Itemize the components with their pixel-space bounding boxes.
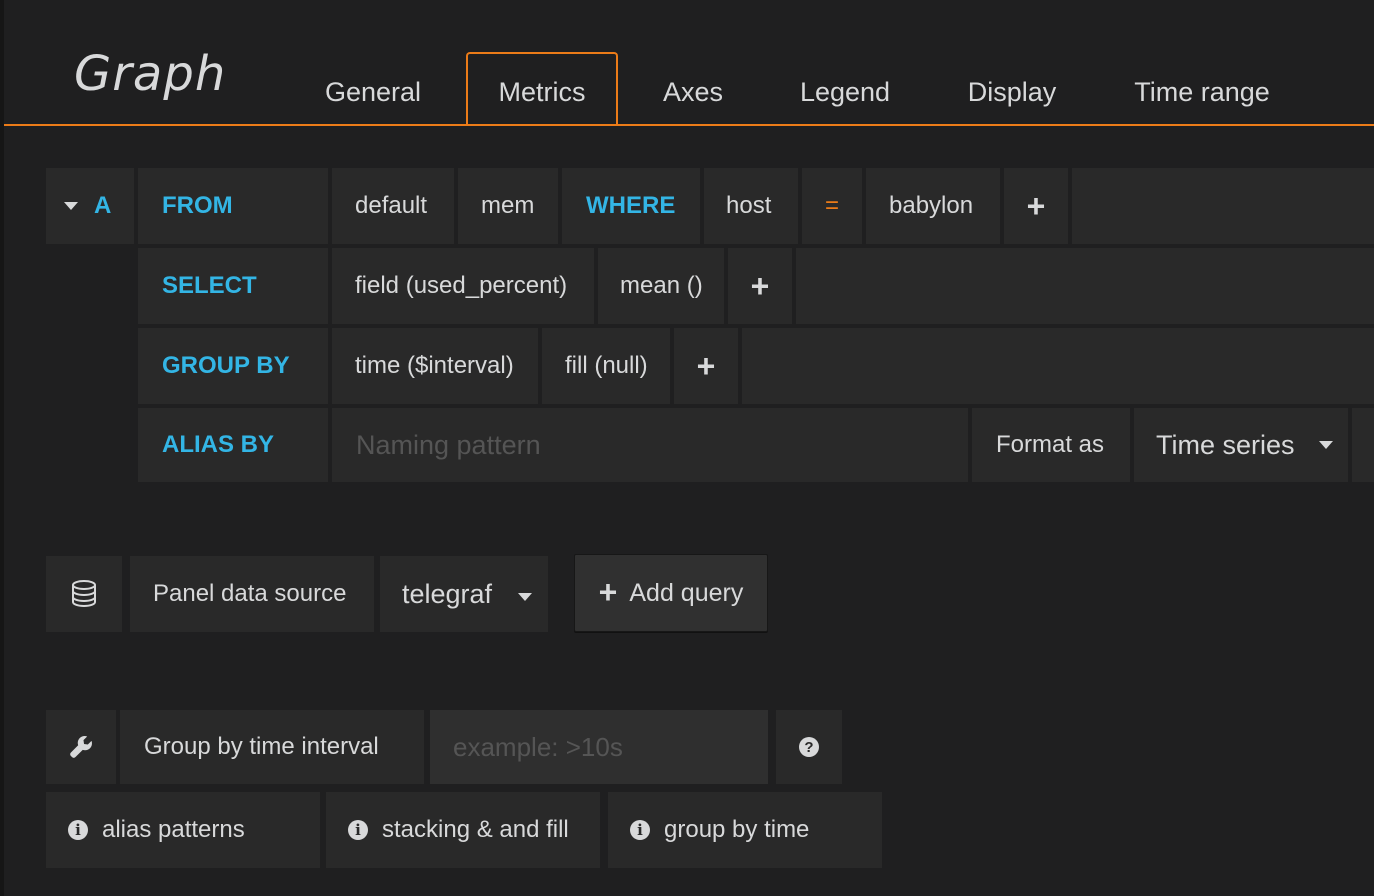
add-tag-button[interactable]: + <box>1004 168 1068 244</box>
panel-data-source-label: Panel data source <box>130 556 374 632</box>
filler-segment <box>1352 408 1374 482</box>
caret-down-icon <box>1318 441 1333 449</box>
info-icon: i <box>68 820 88 840</box>
help-link-label: stacking & and fill <box>382 816 569 843</box>
help-link-group-by-time[interactable]: i group by time <box>608 792 882 868</box>
format-as-select[interactable]: Time series <box>1134 408 1348 482</box>
datasource-value: telegraf <box>402 578 493 609</box>
add-select-button[interactable]: + <box>728 248 792 324</box>
format-as-value: Time series <box>1156 429 1295 460</box>
alias-by-keyword: ALIAS BY <box>138 408 328 482</box>
caret-down-icon <box>64 202 78 210</box>
tab-general[interactable]: General <box>312 60 434 124</box>
field-segment[interactable]: field (used_percent) <box>332 248 594 324</box>
help-link-label: group by time <box>664 816 810 843</box>
info-icon: i <box>348 820 368 840</box>
tabs-underline <box>4 124 1374 126</box>
format-as-label: Format as <box>972 408 1130 482</box>
aggregation-segment[interactable]: mean () <box>598 248 724 324</box>
select-keyword: SELECT <box>138 248 328 324</box>
help-link-alias-patterns[interactable]: i alias patterns <box>46 792 320 868</box>
help-link-label: alias patterns <box>102 816 245 843</box>
tab-axes[interactable]: Axes <box>648 60 738 124</box>
help-link-stacking-fill[interactable]: i stacking & and fill <box>326 792 600 868</box>
tag-value-segment[interactable]: babylon <box>866 168 1000 244</box>
question-icon: ? <box>799 737 819 757</box>
add-query-button[interactable]: + Add query <box>574 554 768 632</box>
help-button[interactable]: ? <box>776 710 842 784</box>
tag-operator-segment[interactable]: = <box>802 168 862 244</box>
alias-input[interactable]: Naming pattern <box>332 408 968 482</box>
plus-icon: + <box>598 573 618 610</box>
measurement-segment[interactable]: mem <box>458 168 558 244</box>
group-by-keyword: GROUP BY <box>138 328 328 404</box>
database-icon <box>46 556 122 632</box>
tab-time-range[interactable]: Time range <box>1120 60 1284 124</box>
group-interval-input[interactable]: example: >10s <box>430 710 768 784</box>
filler-segment <box>1072 168 1374 244</box>
query-collapse-toggle[interactable]: A <box>46 168 134 244</box>
filler-segment <box>742 328 1374 404</box>
wrench-icon <box>46 710 116 784</box>
group-interval-label: Group by time interval <box>120 710 424 784</box>
retention-policy-segment[interactable]: default <box>332 168 454 244</box>
datasource-select[interactable]: telegraf <box>380 556 548 632</box>
from-keyword: FROM <box>138 168 328 244</box>
tag-key-segment[interactable]: host <box>704 168 798 244</box>
tab-legend[interactable]: Legend <box>786 60 904 124</box>
fill-segment[interactable]: fill (null) <box>542 328 670 404</box>
add-group-by-button[interactable]: + <box>674 328 738 404</box>
caret-down-icon <box>518 593 533 601</box>
tab-display[interactable]: Display <box>954 60 1070 124</box>
info-icon: i <box>630 820 650 840</box>
group-time-segment[interactable]: time ($interval) <box>332 328 538 404</box>
panel-title: Graph <box>74 46 227 102</box>
query-ref-id: A <box>94 192 112 219</box>
where-keyword: WHERE <box>562 168 700 244</box>
tab-metrics[interactable]: Metrics <box>466 52 618 126</box>
filler-segment <box>796 248 1374 324</box>
add-query-label: Add query <box>629 578 744 607</box>
